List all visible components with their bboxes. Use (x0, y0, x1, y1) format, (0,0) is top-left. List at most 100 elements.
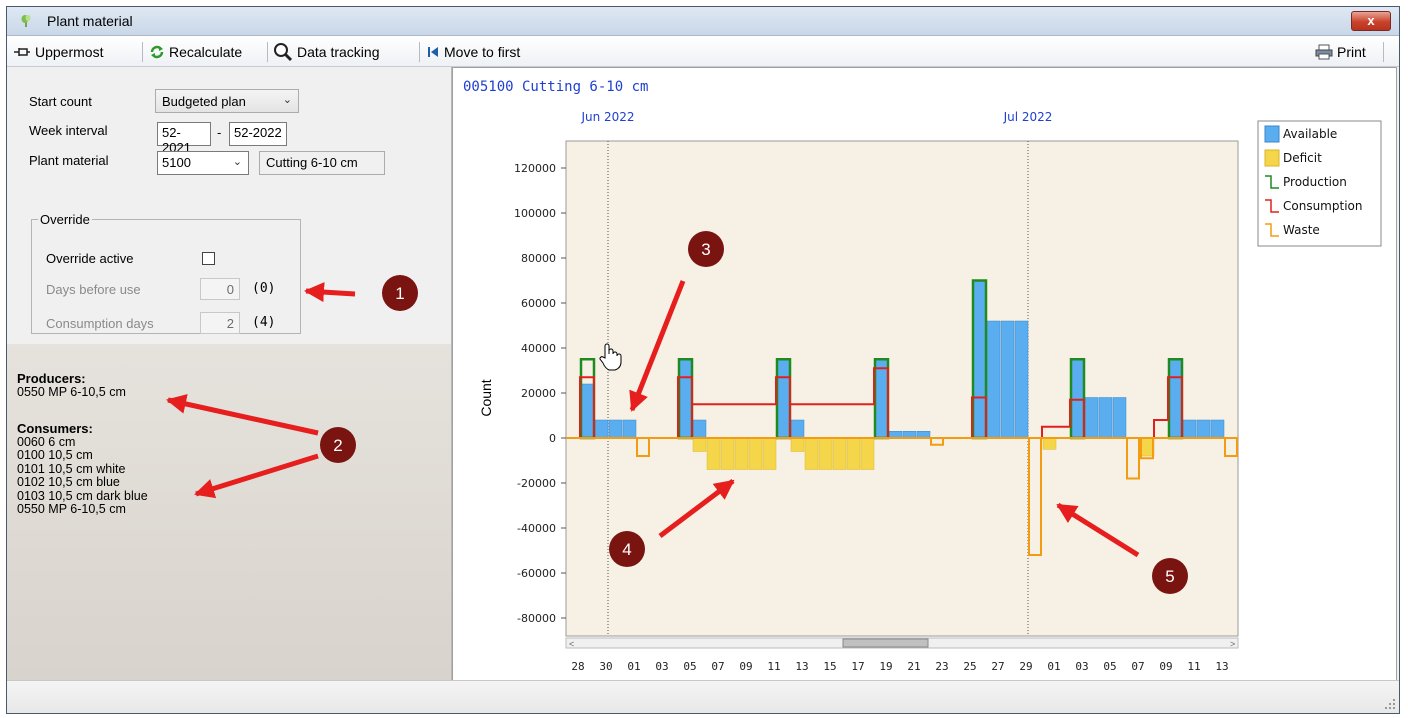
consumer-item: 0101 10,5 cm white (17, 461, 126, 476)
x-tick-label: 01 (1047, 660, 1060, 673)
y-axis-label: Count (478, 379, 494, 416)
chart-panel: 005100 Cutting 6-10 cm 120000 100000 80000 6… (452, 67, 1397, 682)
chevron-down-icon: ⌄ (232, 156, 242, 168)
plant-material-dropdown[interactable]: 5100 ⌄ (157, 151, 249, 175)
available-bar (692, 419, 707, 439)
days-before-use-label: Days before use (46, 282, 141, 297)
toolbar-separator (267, 42, 268, 62)
consumer-item: 0060 6 cm (17, 434, 76, 449)
x-tick-label: 07 (1131, 660, 1144, 673)
available-bar (1210, 419, 1225, 439)
start-count-value: Budgeted plan (162, 94, 246, 109)
week-from-input[interactable]: 52-2021 (157, 122, 211, 155)
x-tick-label: 29 (1019, 660, 1032, 673)
uppermost-button[interactable]: Uppermost (13, 42, 103, 62)
x-tick-label: 19 (879, 660, 892, 673)
available-bar (790, 419, 805, 439)
override-legend: Override (40, 212, 90, 227)
recalculate-button[interactable]: Recalculate (149, 42, 242, 62)
deficit-bar (804, 437, 819, 470)
x-tick-label: 01 (627, 660, 640, 673)
deficit-bar (762, 437, 777, 470)
x-tick-label: 28 (571, 660, 584, 673)
week-interval-label: Week interval (29, 123, 108, 138)
deficit-bar (1042, 437, 1057, 450)
available-bar (874, 359, 889, 439)
deficit-bar (748, 437, 763, 470)
print-label: Print (1337, 44, 1366, 60)
x-tick-label: 07 (711, 660, 724, 673)
scrollbar-thumb (842, 638, 929, 648)
legend-label: Deficit (1283, 151, 1322, 165)
title-bar: Plant material x (7, 7, 1399, 36)
x-tick-label: 05 (683, 660, 696, 673)
available-bar (1070, 359, 1085, 439)
y-tick-label: 80000 (521, 252, 556, 265)
x-tick-label: 30 (599, 660, 612, 673)
deficit-bar (860, 437, 875, 470)
override-active-checkbox[interactable] (202, 252, 215, 265)
recalculate-label: Recalculate (169, 44, 243, 60)
available-bar (1168, 359, 1183, 439)
x-tick-label: 13 (795, 660, 808, 673)
print-button[interactable]: Print (1315, 42, 1366, 62)
consumer-item: 0100 10,5 cm (17, 448, 93, 462)
scroll-right-icon: > (1230, 639, 1235, 649)
plant-material-window: Plant material x Uppermost Recalculate D… (6, 6, 1400, 714)
first-icon (428, 47, 438, 57)
consumer-item: 0103 10,5 cm dark blue (17, 488, 148, 503)
window-title: Plant material (47, 13, 133, 29)
legend-label: Available (1283, 127, 1337, 141)
available-bar (776, 359, 791, 439)
month-label: Jul 2022 (1003, 110, 1053, 124)
available-bar (580, 383, 595, 439)
plot-area (565, 140, 1239, 637)
x-tick-label: 11 (767, 660, 780, 673)
deficit-bar (706, 437, 721, 470)
x-tick-label: 27 (991, 660, 1004, 673)
start-count-dropdown[interactable]: Budgeted plan ⌄ (155, 89, 299, 113)
pin-icon (14, 48, 30, 56)
legend-swatch (1264, 125, 1280, 143)
magnifier-icon (274, 43, 293, 62)
toolbar: Uppermost Recalculate Data tracking Move… (7, 36, 1399, 67)
data-tracking-button[interactable]: Data tracking (273, 42, 379, 62)
refresh-icon (150, 45, 164, 59)
status-bar (7, 680, 1399, 713)
y-tick-label: 100000 (514, 207, 556, 220)
available-bar (1098, 397, 1113, 439)
consumer-item: 0550 MP 6-10,5 cm (17, 502, 126, 516)
move-to-first-button[interactable]: Move to first (426, 42, 520, 62)
close-button[interactable]: x (1351, 11, 1391, 31)
x-tick-label: 25 (963, 660, 976, 673)
available-bar (972, 280, 987, 439)
y-tick-label: 40000 (521, 342, 556, 355)
x-tick-label: 11 (1187, 660, 1200, 673)
deficit-bar (692, 437, 707, 452)
resize-grip-icon[interactable] (1385, 699, 1395, 709)
x-tick-label: 03 (1075, 660, 1088, 673)
legend-label: Consumption (1283, 199, 1362, 213)
legend-swatch (1264, 149, 1280, 167)
consumers-heading: Consumers: (17, 421, 93, 436)
override-active-label: Override active (46, 251, 134, 266)
y-tick-label: -80000 (517, 612, 556, 625)
x-tick-label: 13 (1215, 660, 1228, 673)
settings-form: Start count Budgeted plan ⌄ Week interva… (7, 67, 451, 344)
x-tick-label: 09 (1159, 660, 1172, 673)
available-bar (1084, 397, 1099, 439)
deficit-bar (734, 437, 749, 470)
availability-chart: 005100 Cutting 6-10 cm 120000 100000 80000 6… (463, 79, 1382, 673)
x-tick-label: 17 (851, 660, 864, 673)
move-to-first-label: Move to first (444, 44, 521, 60)
week-to-input[interactable]: 52-2022 (229, 122, 287, 146)
available-bar (1196, 419, 1211, 439)
available-bar (902, 431, 917, 439)
y-tick-label: -40000 (517, 522, 556, 535)
days-before-use-input[interactable]: 0 (200, 278, 240, 300)
consumption-days-input[interactable]: 2 (200, 312, 240, 334)
month-label: Jun 2022 (580, 110, 634, 124)
y-tick-label: 0 (549, 432, 556, 445)
uppermost-label: Uppermost (35, 44, 104, 60)
x-tick-label: 15 (823, 660, 836, 673)
